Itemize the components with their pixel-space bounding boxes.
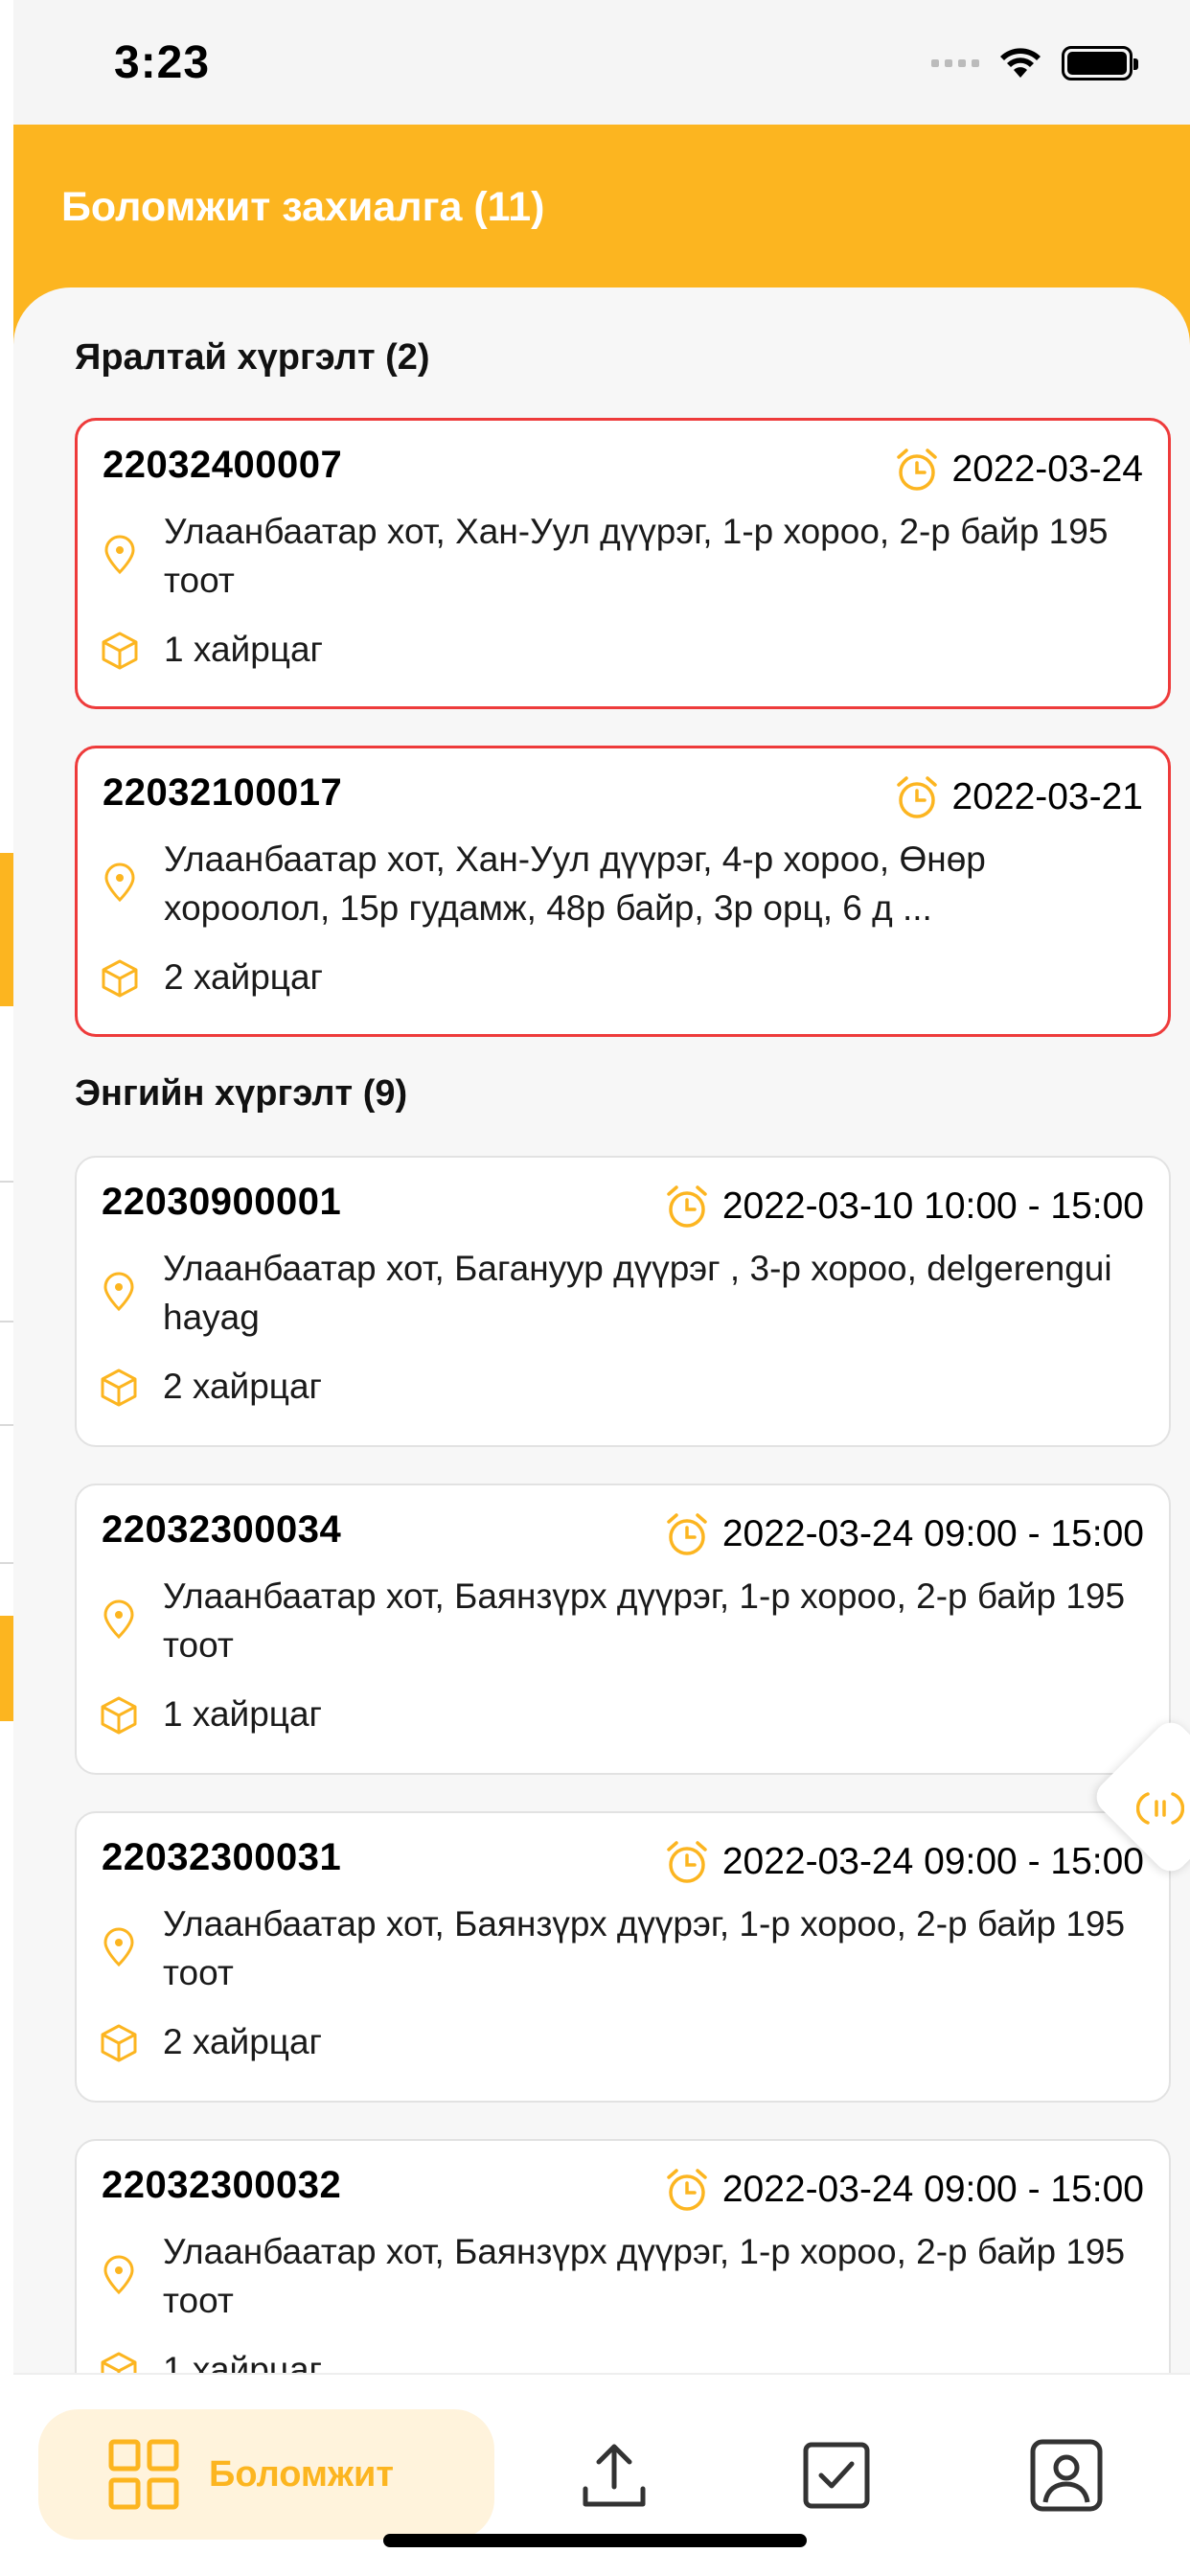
order-address: Улаанбаатар хот, Баянзүрх дүүрэг, 1-р хо… [163,1904,1126,1992]
edge-divider [0,1562,13,1564]
order-date-text: 2022-03-10 10:00 - 15:00 [721,1185,1144,1227]
nav-tab-upload[interactable] [571,2432,657,2518]
order-date: 2022-03-21 [893,773,1144,821]
status-time: 3:23 [114,37,211,88]
order-id: 22032400007 [103,444,343,486]
order-quantity: 1 хайрцаг [164,630,324,669]
cellular-signal-icon [931,59,979,67]
order-address: Улаанбаатар хот, Баянзүрх дүүрэг, 1-р хо… [163,2232,1126,2320]
checkbox-icon [803,2442,870,2509]
alarm-clock-icon [667,2169,707,2211]
alarm-clock-icon [667,1185,707,1228]
normal-section-title: Энгийн хүргэлт (9) [75,1073,408,1114]
box-icon [102,632,138,670]
order-date-text: 2022-03-24 09:00 - 15:00 [721,2169,1144,2210]
edge-divider [0,1181,13,1183]
upload-icon [583,2444,646,2507]
order-id: 22032300031 [102,1836,342,1878]
order-address: Улаанбаатар хот, Хан-Уул дүүрэг, 4-р хор… [164,840,986,928]
edge-marker [0,1616,13,1721]
edge-divider [0,1321,13,1322]
order-card[interactable]: 22032300031 2022-03-24 09:00 - 15:00 Ула… [75,1811,1171,2103]
order-quantity: 2 хайрцаг [163,1367,323,1406]
order-card[interactable]: 22032400007 2022-03-24 Улаанбаатар хот, … [75,418,1171,709]
alarm-clock-icon [896,448,937,491]
status-indicators [931,46,1138,80]
order-address: Улаанбаатар хот, Хан-Уул дүүрэг, 1-р хор… [164,512,1109,600]
home-indicator [383,2534,807,2547]
location-pin-icon [104,862,135,903]
order-card[interactable]: 22032300034 2022-03-24 09:00 - 15:00 Ула… [75,1484,1171,1775]
order-address: Улаанбаатар хот, Баянзүрх дүүрэг, 1-р хо… [163,1576,1126,1665]
location-pin-icon [103,2255,134,2295]
order-date-text: 2022-03-21 [951,776,1144,817]
location-pin-icon [103,1599,134,1640]
order-id: 22030900001 [102,1181,342,1223]
order-id: 22032300032 [102,2164,342,2206]
order-quantity: 1 хайрцаг [163,1694,323,1734]
alarm-clock-icon [896,776,937,818]
order-card[interactable]: 22030900001 2022-03-10 10:00 - 15:00 Ула… [75,1156,1171,1447]
order-address: Улаанбаатар хот, Багануур дүүрэг , 3-р х… [163,1249,1112,1337]
order-date: 2022-03-10 10:00 - 15:00 [663,1183,1144,1230]
urgent-section-title: Яралтай хүргэлт (2) [75,337,430,378]
voice-assist-icon[interactable] [1136,1784,1184,1832]
order-date: 2022-03-24 09:00 - 15:00 [663,1838,1144,1886]
wifi-icon [1000,48,1041,78]
edge-divider [0,1424,13,1426]
nav-tab-available[interactable]: Боломжит [38,2409,494,2540]
order-date: 2022-03-24 09:00 - 15:00 [663,1510,1144,1558]
nav-tab-completed[interactable] [793,2432,880,2518]
order-date: 2022-03-24 [893,446,1144,494]
box-icon [101,2024,137,2062]
edge-marker [0,853,13,1006]
box-icon [101,1368,137,1407]
location-pin-icon [103,1927,134,1967]
order-quantity: 2 хайрцаг [164,957,324,997]
order-date-text: 2022-03-24 [951,448,1144,490]
order-id: 22032300034 [102,1508,342,1551]
order-id: 22032100017 [103,771,343,814]
order-date-text: 2022-03-24 09:00 - 15:00 [721,1841,1144,1882]
location-pin-icon [103,1272,134,1312]
orders-sheet: Яралтай хүргэлт (2) 22032400007 2022-03-… [13,288,1190,2576]
order-date-text: 2022-03-24 09:00 - 15:00 [721,1513,1144,1554]
box-icon [101,1696,137,1735]
battery-icon [1062,46,1138,80]
alarm-clock-icon [667,1513,707,1555]
page-title: Боломжит захиалга (11) [61,184,545,230]
location-pin-icon [104,535,135,575]
status-bar: 3:23 [13,0,1190,125]
alarm-clock-icon [667,1841,707,1883]
grid-icon [108,2439,179,2510]
box-icon [102,959,138,998]
nav-tab-profile[interactable] [1023,2432,1110,2518]
order-quantity: 2 хайрцаг [163,2022,323,2061]
order-card[interactable]: 22032100017 2022-03-21 Улаанбаатар хот, … [75,746,1171,1037]
order-date: 2022-03-24 09:00 - 15:00 [663,2166,1144,2214]
nav-tab-available-label: Боломжит [209,2453,394,2495]
profile-icon [1030,2439,1103,2512]
